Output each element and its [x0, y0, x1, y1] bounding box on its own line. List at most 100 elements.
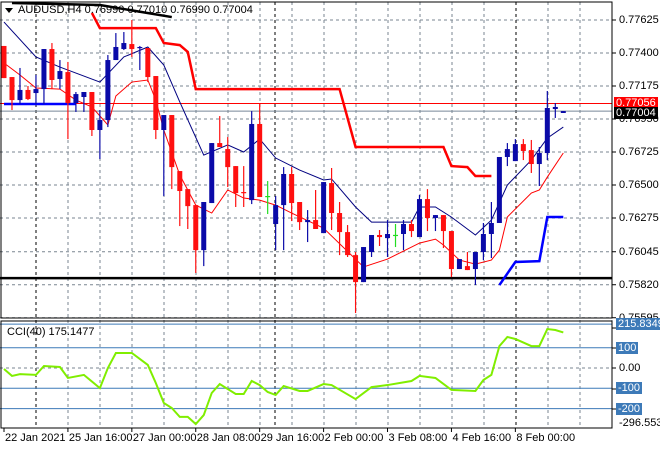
candle-body [385, 233, 391, 239]
candle-body [9, 77, 15, 101]
candle-body [33, 89, 39, 94]
candle-body [217, 143, 223, 148]
candle-body [265, 196, 271, 198]
candle-body [49, 49, 55, 80]
price-axis-label: 0.76045 [619, 245, 659, 258]
candle-body [528, 150, 534, 165]
main-panel-frame [0, 1, 613, 319]
candle-body [369, 235, 375, 253]
candle-body [185, 189, 191, 207]
candle-body [177, 171, 183, 192]
time-axis-label: 2 Feb 00:00 [324, 432, 384, 444]
candle-body [17, 89, 23, 101]
cci-line [3, 327, 564, 426]
time-axis-label: 3 Feb 08:00 [388, 432, 448, 444]
candle-body [121, 43, 127, 50]
candle-body [504, 149, 510, 157]
candle-body [161, 115, 167, 130]
candle-body [73, 94, 79, 104]
candle-body [496, 156, 502, 223]
candle-body [512, 144, 518, 162]
candle-body [393, 234, 399, 237]
time-axis-label: 22 Jan 2021 [5, 432, 66, 444]
candle-body [424, 199, 430, 218]
candle-body [313, 220, 319, 229]
cci-title: CCI(40) 175.1477 [7, 326, 95, 338]
time-axis-label: 25 Jan 16:00 [68, 432, 133, 444]
candle-body [257, 123, 263, 198]
candle-body [456, 259, 462, 270]
candle-body [129, 44, 135, 50]
candle-body [416, 199, 422, 238]
cci-axis-label-minus100: -100 [616, 382, 643, 395]
chart-canvas[interactable] [0, 0, 660, 450]
candle-body [145, 48, 151, 78]
candle-body [41, 49, 47, 90]
mt4-chart-window[interactable]: AUDUSD,H4 0.76990 0.77010 0.76990 0.7700… [0, 0, 660, 450]
candle-body [57, 71, 63, 79]
candle-body [432, 215, 438, 218]
candle-body [520, 144, 526, 151]
candle-body [241, 192, 247, 194]
candle-body [233, 166, 239, 194]
candle-body [353, 255, 359, 283]
candle-body [305, 220, 311, 223]
price-axis-label: 0.77625 [619, 14, 659, 26]
bid-price-tag: 0.77004 [614, 107, 658, 120]
time-axis-label: 29 Jan 16:00 [260, 432, 325, 444]
cci-axis-label-zero: 0.00 [619, 362, 641, 374]
candle-body [65, 72, 71, 104]
cci-axis-label-max: 215.8349 [616, 318, 660, 331]
candle-body [536, 153, 542, 165]
candle-body [249, 123, 255, 201]
price-axis-label: 0.76500 [619, 179, 659, 191]
candle-body [377, 235, 383, 238]
candle-body [1, 45, 7, 79]
candle-body [544, 108, 550, 154]
candle-body [560, 111, 566, 113]
candle-body [105, 60, 111, 121]
cci-axis-label-100: 100 [616, 341, 639, 354]
candle-body [25, 89, 31, 100]
candle-body [337, 213, 343, 233]
candle-body [113, 46, 119, 61]
candle-body [488, 222, 494, 234]
candle-body [81, 92, 87, 97]
time-axis-label: 4 Feb 16:00 [452, 432, 512, 444]
candle-body [480, 233, 486, 253]
candle-body [464, 266, 470, 271]
cci-axis-label-min: -296.553 [619, 417, 660, 429]
price-axis-label: 0.77400 [619, 47, 659, 59]
candle-body [329, 183, 335, 214]
time-axis-label: 27 Jan 00:00 [132, 432, 197, 444]
chart-title: AUDUSD,H4 0.76990 0.77010 0.76990 0.7700… [18, 4, 253, 16]
candle-body [193, 205, 199, 251]
time-axis-label: 28 Jan 08:00 [196, 432, 261, 444]
candle-body [289, 174, 295, 204]
candle-body [89, 92, 95, 130]
candle-body [281, 174, 287, 206]
candle-body [169, 115, 175, 168]
price-axis-label: 0.76725 [619, 146, 659, 158]
candle-body [552, 106, 558, 110]
candle-body [440, 215, 446, 232]
candle-body [273, 205, 279, 225]
candle-body [97, 120, 103, 130]
ohlc-values: 0.76990 0.77010 0.76990 0.77004 [84, 4, 253, 16]
candle-body [361, 247, 367, 283]
price-axis-label: 0.77175 [619, 80, 659, 92]
cci-axis-label-minus200: -200 [616, 402, 643, 415]
price-axis-label: 0.75820 [619, 278, 659, 291]
symbol-dropdown-icon[interactable] [5, 8, 13, 13]
candle-body [401, 224, 406, 234]
support-step-line-right [498, 215, 564, 286]
candle-body [153, 76, 159, 130]
candle-body [201, 202, 207, 251]
price-axis-label: 0.76275 [619, 212, 659, 224]
candle-body [472, 252, 478, 270]
candle-body [408, 224, 414, 232]
candle-body [297, 202, 303, 223]
symbol-timeframe: AUDUSD,H4 [18, 4, 82, 16]
candle-body [225, 149, 231, 168]
candle-body [345, 232, 351, 256]
